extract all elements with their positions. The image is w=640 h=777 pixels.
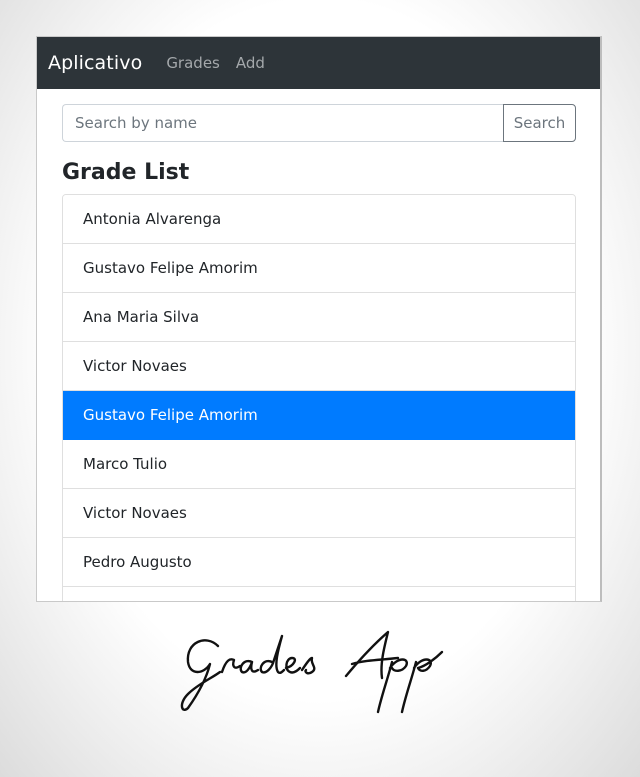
- main-content: Search Grade List Antonia Alvarenga Gust…: [37, 89, 600, 601]
- nav-link-grades[interactable]: Grades: [166, 54, 220, 72]
- list-item[interactable]: Ana Maria Silva: [63, 293, 575, 342]
- list-item[interactable]: Victor Novaes: [63, 342, 575, 391]
- navbar: Aplicativo Grades Add: [37, 37, 600, 89]
- search-input[interactable]: [62, 104, 503, 142]
- grade-list: Antonia Alvarenga Gustavo Felipe Amorim …: [62, 194, 576, 601]
- page-title: Grade List: [62, 160, 190, 185]
- list-item-selected[interactable]: Gustavo Felipe Amorim: [63, 391, 575, 440]
- search-button[interactable]: Search: [503, 104, 576, 142]
- list-item[interactable]: Pedro Augusto: [63, 538, 575, 587]
- list-item[interactable]: Victor Novaes: [63, 489, 575, 538]
- caption-signature: [180, 630, 444, 714]
- search-group: Search: [62, 104, 576, 142]
- list-item[interactable]: [63, 587, 575, 601]
- list-item[interactable]: Marco Tulio: [63, 440, 575, 489]
- list-item[interactable]: Antonia Alvarenga: [63, 195, 575, 244]
- app-window: Aplicativo Grades Add Search Grade List …: [36, 36, 602, 602]
- list-item[interactable]: Gustavo Felipe Amorim: [63, 244, 575, 293]
- nav-link-add[interactable]: Add: [236, 54, 265, 72]
- navbar-brand[interactable]: Aplicativo: [48, 52, 142, 74]
